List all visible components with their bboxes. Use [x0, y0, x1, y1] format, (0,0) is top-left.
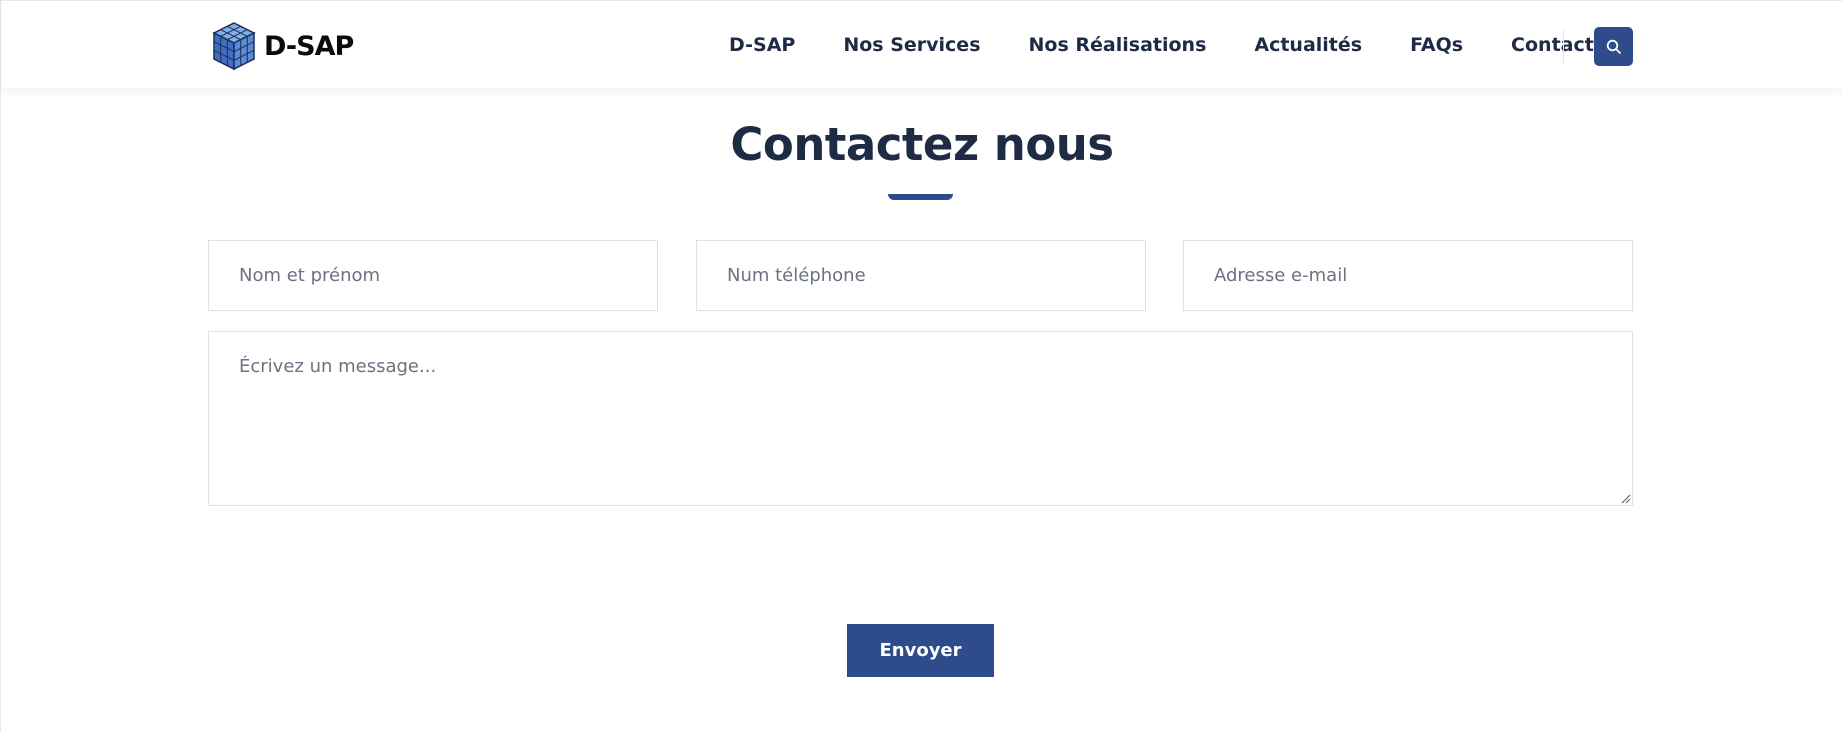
brand-logo[interactable]: D-SAP	[210, 20, 354, 72]
nav-item-services[interactable]: Nos Services	[843, 34, 980, 56]
email-field[interactable]	[1183, 240, 1633, 311]
main-nav: D-SAP Nos Services Nos Réalisations Actu…	[729, 1, 1642, 89]
nav-divider	[1563, 30, 1564, 64]
resize-grip-icon[interactable]	[1621, 494, 1631, 504]
phone-field[interactable]	[696, 240, 1146, 311]
page: D-SAP D-SAP Nos Services Nos Réalisation…	[0, 0, 1842, 732]
nav-item-actualites[interactable]: Actualités	[1254, 34, 1362, 56]
submit-button[interactable]: Envoyer	[847, 624, 994, 677]
search-button[interactable]	[1594, 27, 1633, 66]
search-icon	[1606, 39, 1621, 54]
name-field[interactable]	[208, 240, 658, 311]
title-underline	[888, 194, 953, 200]
rubik-cube-icon	[212, 22, 256, 71]
brand-name: D-SAP	[264, 30, 354, 62]
message-field[interactable]	[208, 331, 1633, 506]
nav-item-realisations[interactable]: Nos Réalisations	[1029, 34, 1207, 56]
nav-item-d-sap[interactable]: D-SAP	[729, 34, 795, 56]
nav-item-faqs[interactable]: FAQs	[1410, 34, 1463, 56]
nav-item-contact[interactable]: Contact	[1511, 34, 1594, 56]
page-title: Contactez nous	[730, 118, 1114, 171]
site-header: D-SAP D-SAP Nos Services Nos Réalisation…	[1, 0, 1842, 88]
